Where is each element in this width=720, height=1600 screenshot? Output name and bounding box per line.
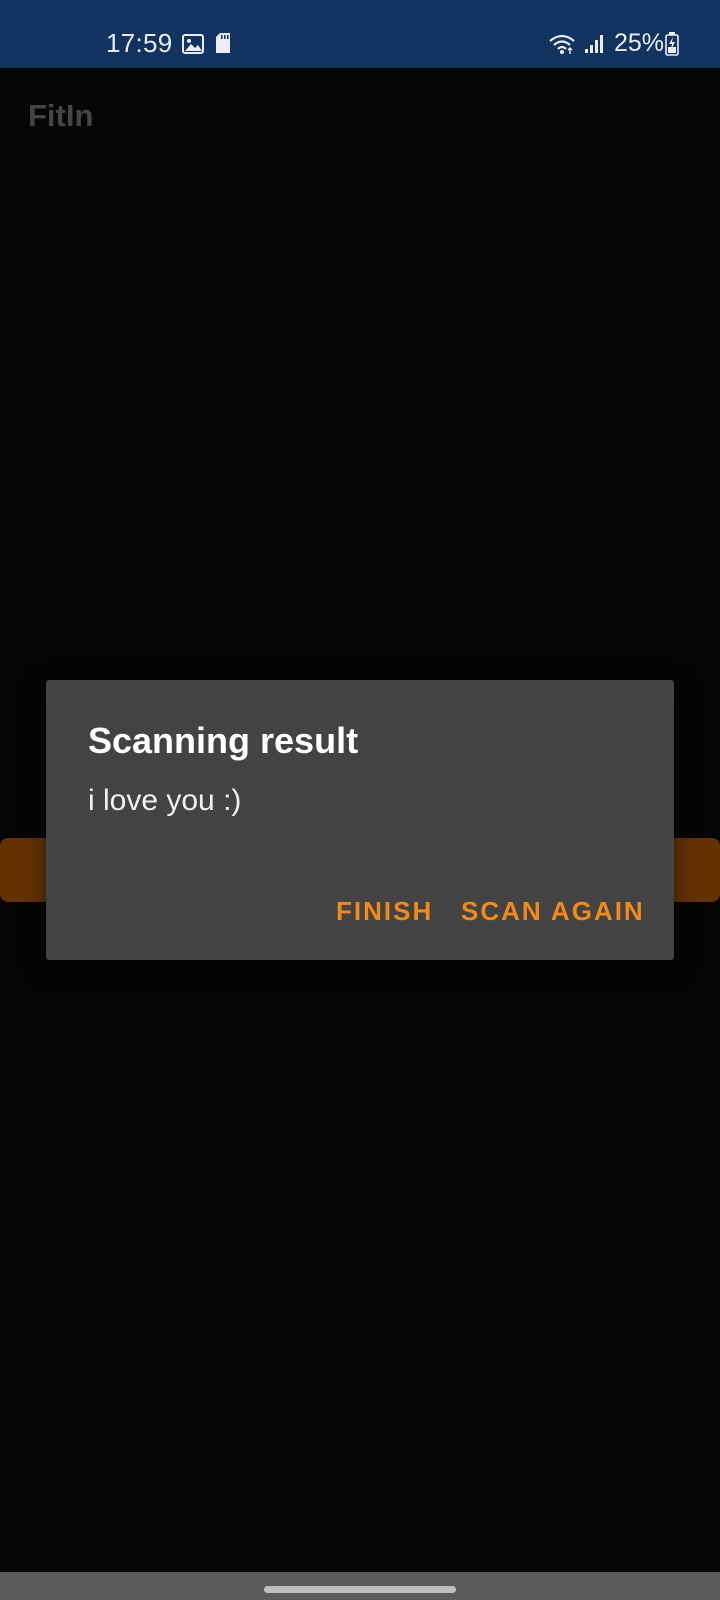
battery-percent: 25% bbox=[614, 29, 665, 57]
scan-result-dialog: Scanning result i love you :) FINISH SCA… bbox=[46, 680, 674, 960]
status-time: 17:59 bbox=[106, 28, 173, 58]
status-bar: 17:59 25% bbox=[0, 0, 720, 68]
dialog-title: Scanning result bbox=[88, 720, 359, 761]
wifi-icon bbox=[549, 34, 575, 54]
home-gesture-handle[interactable] bbox=[264, 1586, 456, 1593]
battery-charging-icon bbox=[665, 32, 679, 56]
finish-button[interactable]: FINISH bbox=[336, 896, 433, 927]
signal-icon bbox=[585, 35, 603, 53]
image-icon bbox=[182, 34, 204, 54]
dialog-message: i love you :) bbox=[88, 784, 242, 817]
sd-card-icon bbox=[216, 33, 230, 53]
scan-again-button[interactable]: SCAN AGAIN bbox=[461, 896, 645, 927]
